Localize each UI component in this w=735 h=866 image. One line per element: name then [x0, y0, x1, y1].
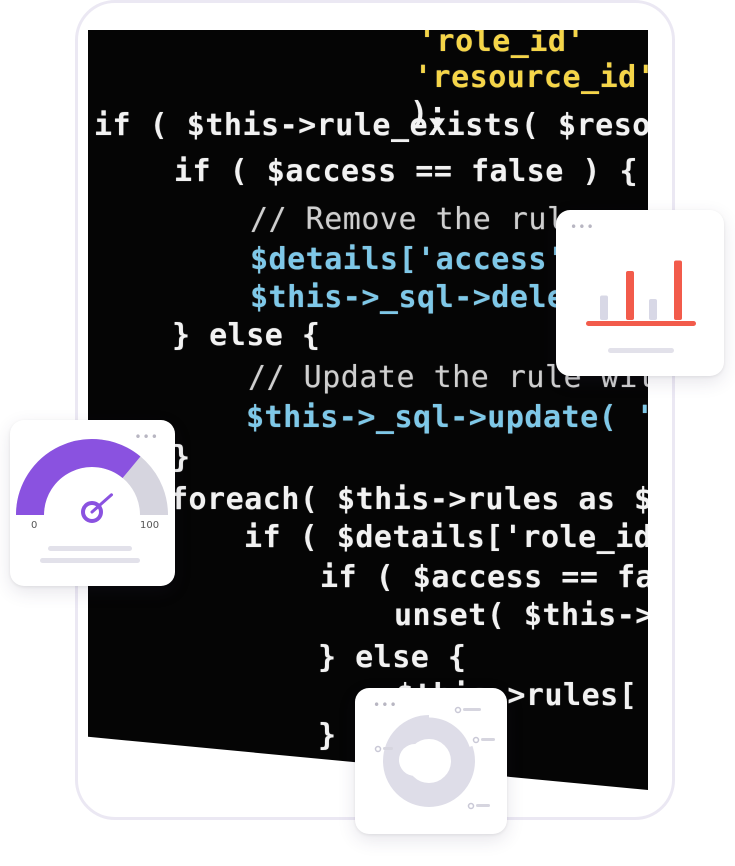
- donut-hole: [399, 744, 431, 776]
- gauge-max-label: 100: [140, 520, 160, 531]
- code-line: unset( $this->: [394, 598, 648, 633]
- legend-line: [481, 738, 495, 741]
- placeholder-line: [48, 546, 132, 551]
- legend-dot: [454, 706, 462, 714]
- bar-chart-bar: [626, 271, 634, 320]
- bar-chart-bar: [600, 295, 608, 320]
- code-line: $this->_sql->dele: [250, 280, 566, 315]
- placeholder-line: [40, 558, 140, 563]
- code-line: if ( $this->rule_exists( $reso: [94, 108, 648, 143]
- code-comment: // Remove the rul: [250, 202, 566, 237]
- code-line: if ( $access == fa: [320, 560, 648, 595]
- gauge-icon: [16, 439, 168, 563]
- placeholder-line: [608, 348, 674, 353]
- code-line: 'role_id': [418, 30, 586, 59]
- legend-dot: [472, 736, 480, 744]
- gauge-fill: [16, 439, 141, 516]
- legend-dot: [467, 802, 475, 810]
- code-line: $details['access': [250, 242, 566, 277]
- gauge-min-label: 0: [31, 520, 38, 531]
- legend-line: [383, 747, 393, 750]
- code-screen: 'role_id' 'resource_id' ); if ( $this->r…: [88, 30, 648, 790]
- code-line: foreach( $this->rules as $: [170, 482, 648, 517]
- code-line: }: [318, 718, 337, 753]
- code-line: if ( $details['role_id: [244, 520, 648, 555]
- code-line: if ( $access == false ) {: [174, 154, 639, 189]
- legend-line: [476, 804, 490, 807]
- legend-line: [463, 708, 481, 711]
- bar-chart-bar: [649, 299, 657, 320]
- bar-chart-bar: [674, 260, 682, 320]
- bar-chart-icon: [586, 260, 696, 353]
- code-line: 'resource_id': [414, 60, 648, 95]
- bar-chart-baseline: [586, 321, 696, 326]
- bar-chart-widget: •••: [556, 210, 724, 376]
- donut-chart-icon: [374, 706, 495, 810]
- code-line: $this->_sql->update( ': [246, 400, 648, 435]
- legend-dot: [374, 745, 382, 753]
- code-line: } else {: [172, 318, 321, 353]
- donut-chart-widget: •••: [355, 688, 507, 834]
- code-line: } else {: [318, 640, 467, 675]
- gauge-widget: ••• 0 100: [10, 420, 175, 586]
